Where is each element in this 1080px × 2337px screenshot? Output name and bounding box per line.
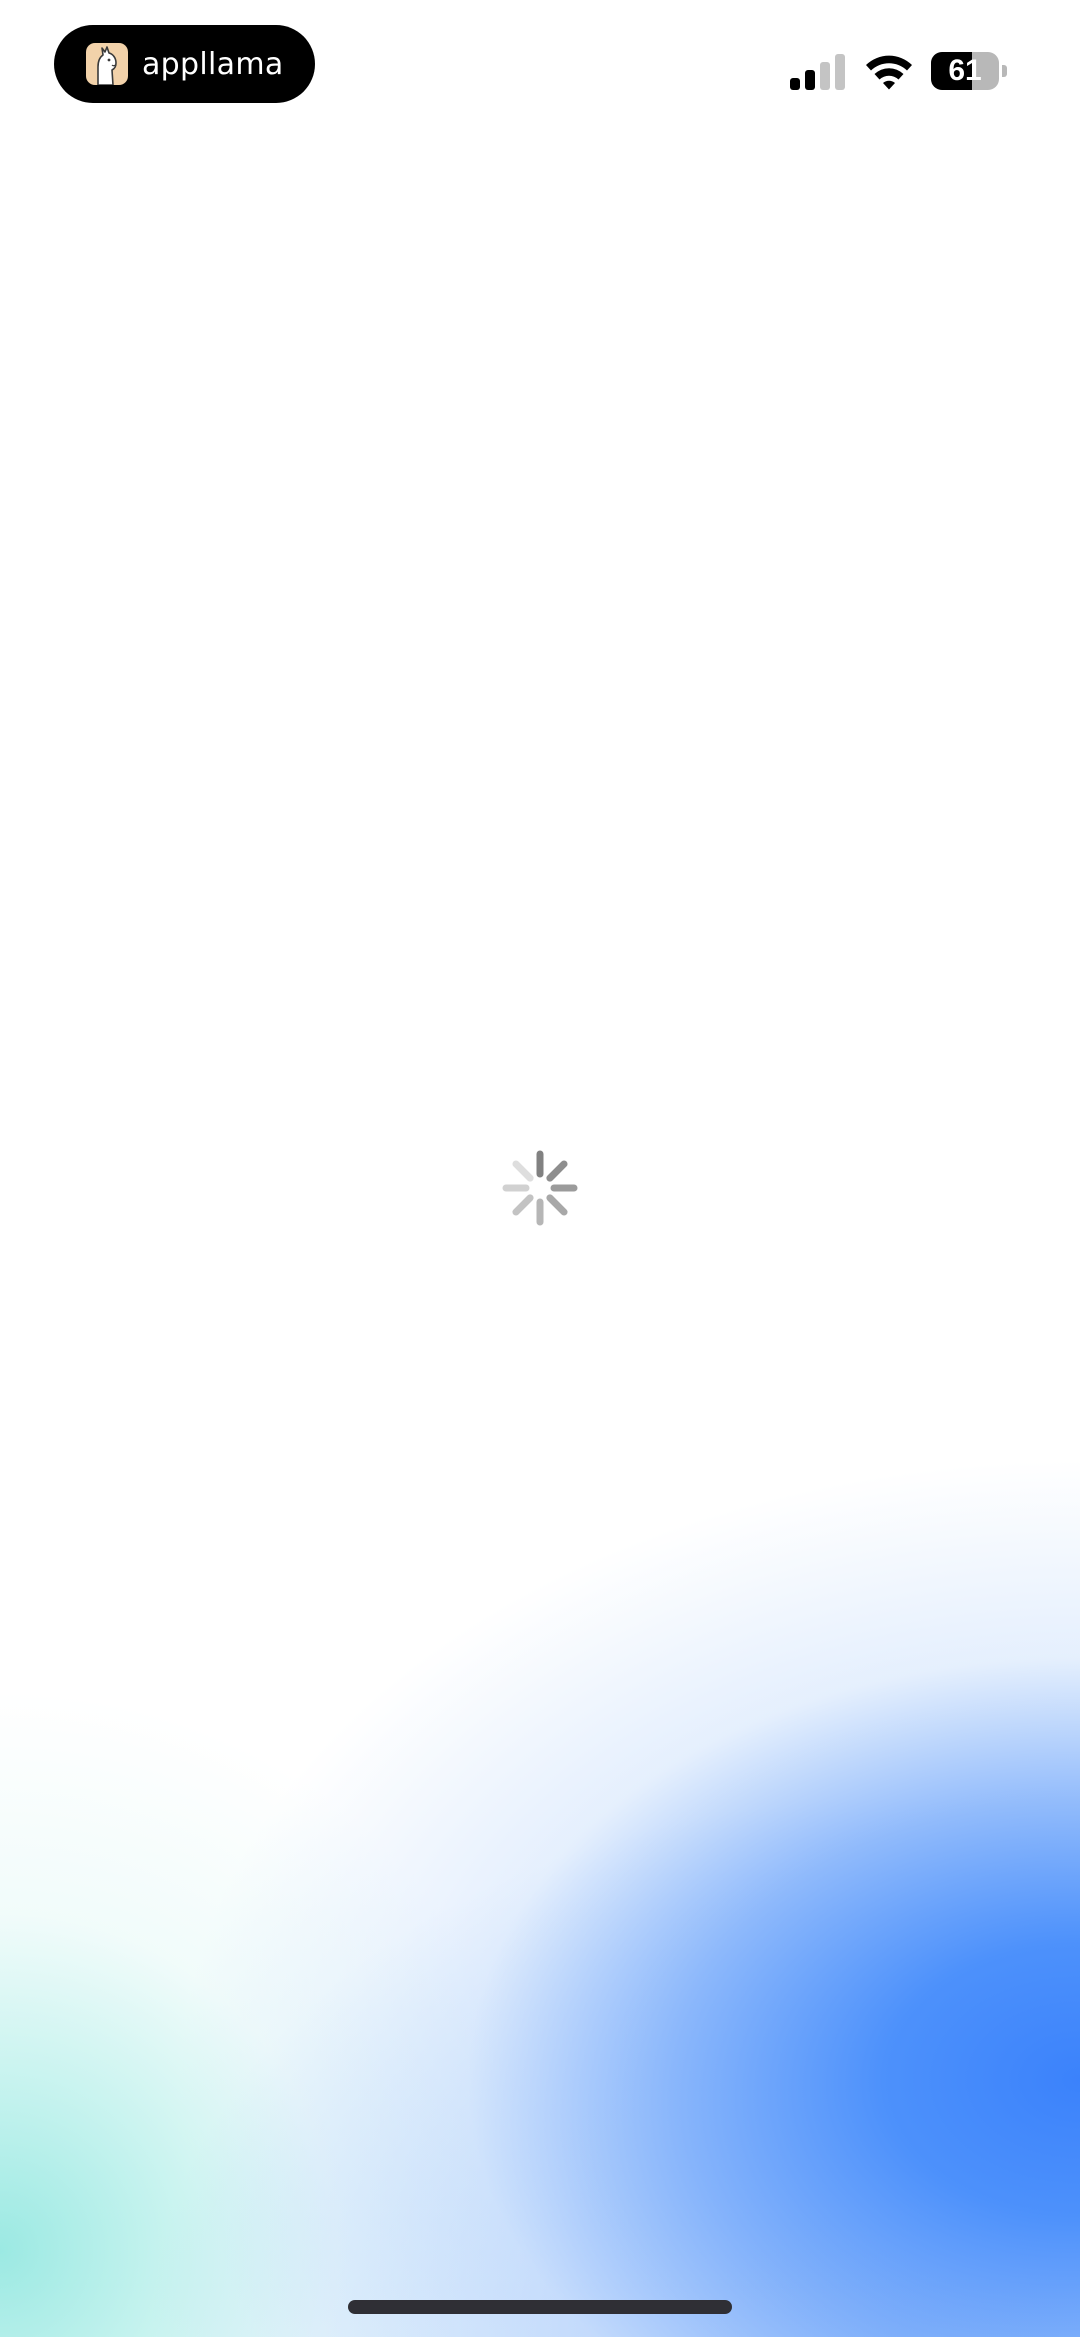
spinner-spoke bbox=[512, 1160, 534, 1182]
wifi-icon bbox=[864, 52, 914, 90]
screen-recording-pill[interactable]: appllama bbox=[54, 25, 315, 103]
battery-tip bbox=[1002, 65, 1007, 77]
signal-bar-3 bbox=[820, 62, 830, 90]
cellular-signal-icon bbox=[790, 52, 846, 90]
battery-percent: 61 bbox=[948, 54, 982, 87]
home-indicator[interactable] bbox=[348, 2300, 732, 2314]
signal-bar-1 bbox=[790, 78, 800, 90]
spinner-spoke bbox=[546, 1194, 568, 1216]
signal-bar-4 bbox=[835, 54, 845, 90]
spinner-spoke bbox=[546, 1160, 568, 1182]
activity-spinner-icon bbox=[500, 1148, 580, 1228]
battery-indicator: 61 bbox=[931, 52, 1007, 90]
battery-icon: 61 bbox=[931, 52, 999, 90]
recording-app-name: appllama bbox=[142, 46, 284, 82]
spinner-spoke bbox=[512, 1194, 534, 1216]
loading-screen: appllama 61 bbox=[0, 0, 1080, 2337]
llama-logo-icon bbox=[86, 43, 128, 85]
signal-bar-2 bbox=[805, 70, 815, 90]
